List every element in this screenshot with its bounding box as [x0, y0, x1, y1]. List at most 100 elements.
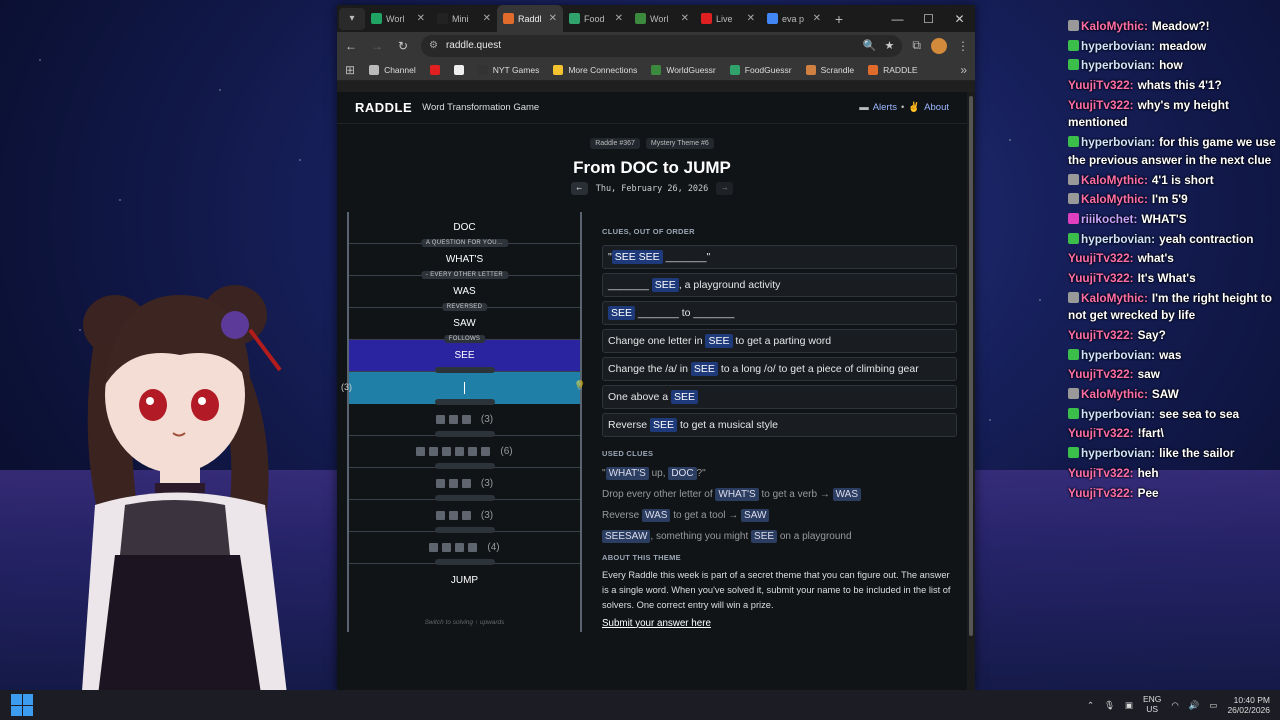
close-window-icon[interactable]: ✕ [944, 5, 975, 32]
chat-username[interactable]: YuujiTv322 [1068, 251, 1130, 265]
browser-tab[interactable]: Worl ✕ [629, 5, 695, 32]
reload-icon[interactable]: ↻ [395, 39, 411, 53]
tab-title: Worl [386, 13, 405, 24]
chat-username[interactable]: KaloMythic [1081, 387, 1144, 401]
next-day-button[interactable]: → [716, 182, 734, 195]
bookmark-item[interactable]: NYT Games [477, 64, 539, 75]
clue-row[interactable]: " SEE SEE _______" [602, 245, 957, 269]
chat-username[interactable]: YuujiTv322 [1068, 98, 1130, 112]
windows-start-icon[interactable] [11, 694, 33, 716]
back-icon[interactable]: ← [343, 39, 359, 53]
hint-bulb-icon[interactable]: 💡 [574, 381, 586, 392]
ladder-hint-hidden[interactable] [434, 463, 495, 469]
chat-message: hyperbovian: yeah contraction [1068, 231, 1280, 249]
chat-username[interactable]: YuujiTv322 [1068, 426, 1130, 440]
browser-tab[interactable]: Mini ✕ [431, 5, 497, 32]
chat-username[interactable]: hyperbovian [1081, 135, 1151, 149]
menu-icon[interactable]: ⋮ [957, 39, 969, 53]
chat-username[interactable]: hyperbovian [1081, 58, 1151, 72]
close-tab-icon[interactable]: ✕ [483, 13, 491, 24]
close-tab-icon[interactable]: ✕ [681, 13, 689, 24]
chat-username[interactable]: hyperbovian [1081, 39, 1151, 53]
ladder-hint-hidden[interactable] [434, 527, 495, 533]
alerts-link[interactable]: Alerts [873, 102, 897, 113]
extensions-icon[interactable]: ⧉ [912, 38, 921, 53]
volume-icon[interactable]: 🔊 [1189, 700, 1200, 711]
tab-search-button[interactable]: ▾ [339, 7, 365, 30]
clue-row[interactable]: SEE _______ to _______ [602, 301, 957, 325]
battery-icon[interactable]: ▭ [1209, 700, 1217, 711]
chat-username[interactable]: hyperbovian [1081, 446, 1151, 460]
close-tab-icon[interactable]: ✕ [747, 13, 755, 24]
clue-row[interactable]: _______ SEE, a playground activity [602, 273, 957, 297]
bookmark-item[interactable] [429, 64, 440, 75]
previous-day-button[interactable]: ← [570, 182, 588, 195]
bookmark-item[interactable] [453, 64, 464, 75]
apps-grid-icon[interactable]: ⊞ [345, 63, 355, 77]
chat-username[interactable]: KaloMythic [1081, 291, 1144, 305]
chat-username[interactable]: YuujiTv322 [1068, 367, 1130, 381]
ladder-hint-hidden[interactable] [434, 495, 495, 501]
chat-username[interactable]: YuujiTv322 [1068, 78, 1130, 92]
tray-overflow-icon[interactable]: ⌃ [1087, 700, 1094, 711]
browser-tab[interactable]: eva p ✕ [761, 5, 827, 32]
ladder-hint-hidden[interactable] [434, 559, 495, 565]
chat-username[interactable]: KaloMythic [1081, 192, 1144, 206]
ladder-hint[interactable]: FOLLOWS [443, 335, 486, 343]
ladder-hint[interactable]: A QUESTION FOR YOU… [420, 239, 509, 247]
chat-username[interactable]: YuujiTv322 [1068, 466, 1130, 480]
clue-row[interactable]: One above a SEE [602, 385, 957, 409]
gpu-icon[interactable]: ▣ [1125, 700, 1133, 711]
chat-username[interactable]: KaloMythic [1081, 173, 1144, 187]
ladder-hint-hidden[interactable] [434, 399, 495, 405]
chat-username[interactable]: YuujiTv322 [1068, 271, 1130, 285]
page-scrollbar[interactable] [967, 92, 975, 690]
bookmark-star-icon[interactable]: ★ [885, 39, 895, 52]
close-tab-icon[interactable]: ✕ [813, 13, 821, 24]
clue-row[interactable]: Reverse SEE to get a musical style [602, 413, 957, 437]
language-indicator[interactable]: ENG US [1143, 694, 1161, 715]
new-tab-button[interactable]: + [827, 11, 851, 27]
solve-direction-toggle[interactable]: Switch to solving ↑ upwards [347, 619, 582, 626]
wifi-icon[interactable]: ◠ [1171, 700, 1178, 711]
browser-tab[interactable]: Food ✕ [563, 5, 629, 32]
ladder-hint-hidden[interactable] [434, 431, 495, 437]
about-link[interactable]: About [924, 102, 949, 113]
bookmark-item[interactable]: Channel [369, 64, 416, 75]
site-info-icon[interactable]: ⚙ [429, 40, 438, 51]
bookmark-item[interactable]: More Connections [553, 64, 637, 75]
chat-username[interactable]: hyperbovian [1081, 407, 1151, 421]
close-tab-icon[interactable]: ✕ [615, 13, 623, 24]
chat-username[interactable]: YuujiTv322 [1068, 486, 1130, 500]
chat-username[interactable]: hyperbovian [1081, 348, 1151, 362]
bookmark-item[interactable]: WorldGuessr [651, 64, 716, 75]
bookmark-item[interactable]: RADDLE [868, 64, 918, 75]
forward-icon[interactable]: → [369, 39, 385, 53]
clue-row[interactable]: Change the /a/ in SEE to a long /o/ to g… [602, 357, 957, 381]
chat-username[interactable]: YuujiTv322 [1068, 328, 1130, 342]
ladder-hint[interactable]: REVERSED [441, 303, 488, 311]
minimize-icon[interactable]: — [882, 5, 913, 32]
clue-row[interactable]: Change one letter in SEE to get a partin… [602, 329, 957, 353]
bookmark-item[interactable]: FoodGuessr [729, 64, 792, 75]
chat-username[interactable]: riiikochet [1081, 212, 1133, 226]
microphone-icon[interactable]: 🎙 [1104, 700, 1115, 711]
more-bookmarks-icon[interactable]: » [960, 63, 967, 77]
chat-username[interactable]: hyperbovian [1081, 232, 1151, 246]
browser-tab[interactable]: Worl ✕ [365, 5, 431, 32]
browser-tab[interactable]: Live ✕ [695, 5, 761, 32]
zoom-icon[interactable]: 🔍 [863, 39, 877, 52]
profile-avatar[interactable] [931, 37, 947, 54]
maximize-icon[interactable]: ☐ [913, 5, 944, 32]
chat-username[interactable]: KaloMythic [1081, 19, 1144, 33]
url-field[interactable]: ⚙ raddle.quest 🔍 ★ [421, 34, 903, 57]
clock[interactable]: 10:40 PM 26/02/2026 [1227, 695, 1270, 715]
browser-tab[interactable]: Raddl ✕ [497, 5, 563, 32]
close-tab-icon[interactable]: ✕ [549, 13, 557, 24]
ladder-hint[interactable]: - EVERY OTHER LETTER [420, 271, 509, 279]
raddle-logo[interactable]: RADDLE [355, 100, 412, 115]
bookmark-item[interactable]: Scrandle [805, 64, 854, 75]
close-tab-icon[interactable]: ✕ [417, 13, 425, 24]
ladder-hint-hidden[interactable] [434, 367, 495, 373]
submit-answer-link[interactable]: Submit your answer here [602, 618, 711, 629]
